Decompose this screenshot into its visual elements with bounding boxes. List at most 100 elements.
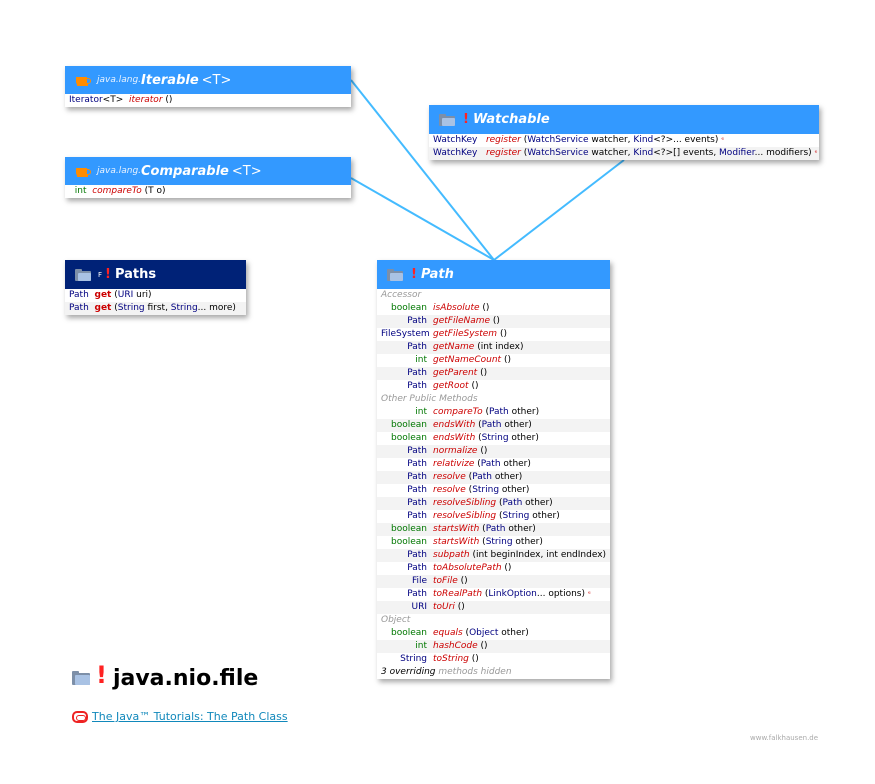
method-row[interactable]: Path getName (int index): [377, 341, 610, 354]
method-row[interactable]: Path resolve (String other): [377, 484, 610, 497]
method-name[interactable]: endsWith: [433, 433, 475, 443]
method-row[interactable]: Path toAbsolutePath (): [377, 562, 610, 575]
method-row[interactable]: boolean startsWith (Path other): [377, 523, 610, 536]
paths-class-box[interactable]: F ! Paths Path get (URI uri) Path get (S…: [65, 260, 246, 315]
method-params: (): [492, 316, 500, 326]
method-name[interactable]: endsWith: [433, 420, 475, 430]
section-object: Object: [381, 615, 411, 625]
method-name[interactable]: toRealPath: [433, 589, 482, 599]
method-name[interactable]: toAbsolutePath: [433, 563, 502, 573]
method-row[interactable]: boolean equals (Object other): [377, 627, 610, 640]
method-name[interactable]: compareTo: [433, 407, 483, 417]
method-row[interactable]: Path resolveSibling (String other): [377, 510, 610, 523]
package-name: java.nio.file: [112, 665, 259, 691]
method-name[interactable]: resolve: [433, 485, 466, 495]
method-name[interactable]: getNameCount: [433, 355, 501, 365]
param-rest: other): [501, 420, 532, 430]
method-params: (): [460, 576, 468, 586]
method-row[interactable]: int compareTo (T o): [65, 185, 351, 198]
iterable-interface-box[interactable]: java.lang. Iterable <T> Iterator<T> iter…: [65, 66, 351, 107]
param-type: String: [170, 303, 198, 313]
method-row[interactable]: Path relativize (Path other): [377, 458, 610, 471]
method-name[interactable]: get: [95, 290, 112, 300]
tutorial-link[interactable]: The Java™ Tutorials: The Path Class: [92, 710, 288, 723]
method-name[interactable]: isAbsolute: [433, 303, 480, 313]
method-row[interactable]: Path getRoot (): [377, 380, 610, 393]
java-cup-icon: [75, 165, 91, 177]
exception-marker-icon: ᵉ: [814, 149, 818, 157]
method-name[interactable]: getFileSystem: [433, 329, 497, 339]
method-name[interactable]: resolveSibling: [433, 498, 496, 508]
method-name[interactable]: get: [95, 303, 112, 313]
method-name[interactable]: register: [486, 135, 521, 145]
param-rest: other): [505, 524, 536, 534]
method-row[interactable]: Path getFileName (): [377, 315, 610, 328]
method-row[interactable]: Path resolve (Path other): [377, 471, 610, 484]
method-row[interactable]: boolean endsWith (String other): [377, 432, 610, 445]
method-row[interactable]: Path get (String first, String... more): [65, 302, 246, 315]
tutorial-link-row[interactable]: The Java™ Tutorials: The Path Class: [72, 710, 288, 723]
method-name[interactable]: compareTo: [92, 186, 142, 196]
param-text: <?>[] events,: [653, 148, 720, 158]
iterable-header[interactable]: java.lang. Iterable <T>: [65, 66, 351, 94]
method-row[interactable]: Iterator<T> iterator (): [65, 94, 351, 107]
method-row[interactable]: Path toRealPath (LinkOption... options) ᵉ: [377, 588, 610, 601]
method-row[interactable]: File toFile (): [377, 575, 610, 588]
method-name[interactable]: getFileName: [433, 316, 490, 326]
return-type: int: [415, 407, 427, 417]
method-row[interactable]: Path resolveSibling (Path other): [377, 497, 610, 510]
method-row[interactable]: boolean startsWith (String other): [377, 536, 610, 549]
comparable-header[interactable]: java.lang. Comparable <T>: [65, 157, 351, 185]
param-text: <?>... events): [653, 135, 719, 145]
path-interface-box[interactable]: ! Path Accessor boolean isAbsolute () Path…: [377, 260, 610, 679]
method-params: (int beginIndex, int endIndex): [472, 550, 607, 560]
method-name[interactable]: getName: [433, 342, 474, 352]
method-row[interactable]: Path subpath (int beginIndex, int endInde…: [377, 549, 610, 562]
method-row[interactable]: Path normalize (): [377, 445, 610, 458]
section-other-public-methods: Other Public Methods: [381, 394, 478, 404]
method-row[interactable]: Path get (URI uri): [65, 289, 246, 302]
param-text: first,: [144, 303, 171, 313]
return-type: WatchKey: [433, 148, 478, 158]
method-name[interactable]: resolveSibling: [433, 511, 496, 521]
return-type: Path: [407, 563, 427, 573]
method-name[interactable]: getRoot: [433, 381, 469, 391]
method-name[interactable]: equals: [433, 628, 463, 638]
method-name[interactable]: register: [486, 148, 521, 158]
method-row[interactable]: boolean endsWith (Path other): [377, 419, 610, 432]
param-type: String: [117, 303, 145, 313]
method-name[interactable]: startsWith: [433, 537, 479, 547]
return-type: boolean: [391, 524, 427, 534]
watchable-interface-box[interactable]: ! Watchable WatchKey register (WatchServ…: [429, 105, 819, 160]
return-type: Path: [407, 511, 427, 521]
method-name[interactable]: toFile: [433, 576, 458, 586]
method-name[interactable]: toUri: [433, 602, 455, 612]
method-row[interactable]: int hashCode (): [377, 640, 610, 653]
method-row[interactable]: WatchKey register (WatchService watcher,…: [429, 134, 819, 147]
method-row[interactable]: Path getParent (): [377, 367, 610, 380]
method-row[interactable]: URI toUri (): [377, 601, 610, 614]
method-name[interactable]: iterator: [129, 95, 163, 105]
method-name[interactable]: getParent: [433, 368, 477, 378]
method-row[interactable]: FileSystem getFileSystem (): [377, 328, 610, 341]
method-row[interactable]: int getNameCount (): [377, 354, 610, 367]
method-row[interactable]: WatchKey register (WatchService watcher,…: [429, 147, 819, 160]
return-type: boolean: [391, 420, 427, 430]
param-type: Modifier: [719, 148, 755, 158]
method-name[interactable]: hashCode: [433, 641, 478, 651]
comparable-interface-box[interactable]: java.lang. Comparable <T> int compareTo …: [65, 157, 351, 198]
method-row[interactable]: boolean isAbsolute (): [377, 302, 610, 315]
path-header[interactable]: ! Path: [377, 260, 610, 289]
return-type: File: [411, 576, 427, 586]
method-name[interactable]: subpath: [433, 550, 470, 560]
watchable-header[interactable]: ! Watchable: [429, 105, 819, 134]
method-name[interactable]: startsWith: [433, 524, 479, 534]
method-name[interactable]: toString: [433, 654, 469, 664]
method-name[interactable]: normalize: [433, 446, 477, 456]
paths-header[interactable]: F ! Paths: [65, 260, 246, 289]
method-name[interactable]: relativize: [433, 459, 474, 469]
method-row[interactable]: int compareTo (Path other): [377, 406, 610, 419]
method-row[interactable]: String toString (): [377, 653, 610, 666]
method-params: (): [480, 446, 488, 456]
method-name[interactable]: resolve: [433, 472, 466, 482]
